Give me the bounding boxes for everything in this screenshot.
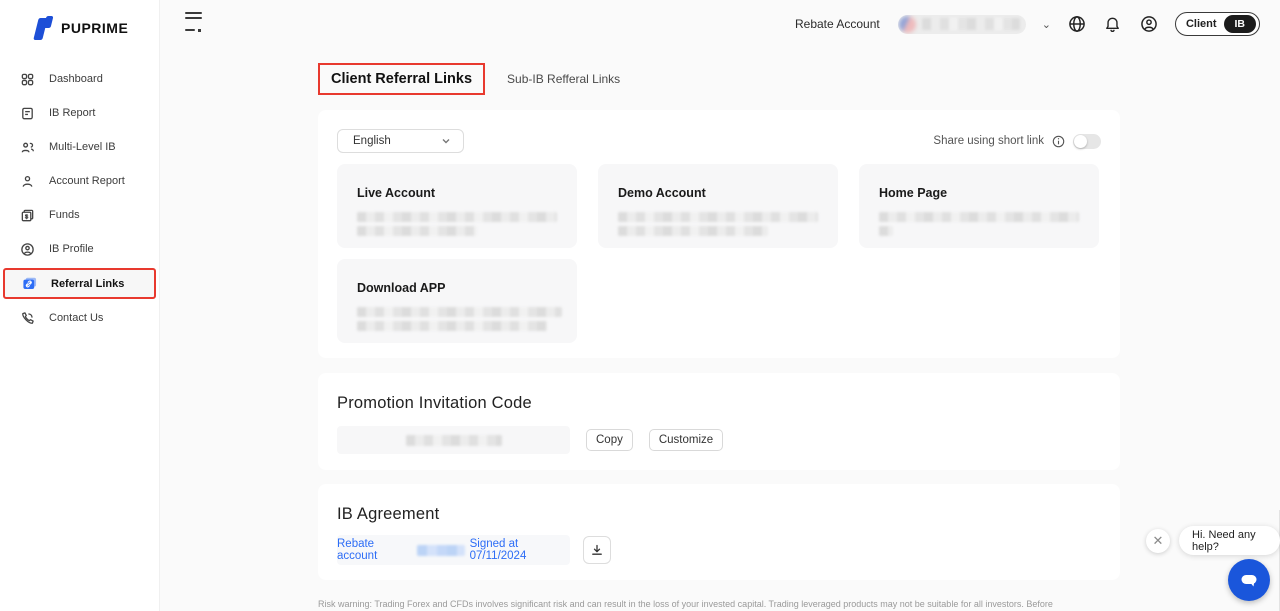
short-link-toggle[interactable] xyxy=(1073,134,1101,149)
globe-icon xyxy=(1068,15,1086,33)
language-select-value: English xyxy=(353,135,391,147)
referral-url-redacted[interactable] xyxy=(618,212,818,222)
referral-url-redacted[interactable] xyxy=(357,321,547,331)
invitation-code-redacted xyxy=(406,435,502,446)
promotion-code-title: Promotion Invitation Code xyxy=(337,394,1101,413)
link-card-home-page: Home Page xyxy=(859,164,1099,248)
promotion-code-card: Promotion Invitation Code Copy Customize xyxy=(318,373,1120,470)
sidebar-item-account-report[interactable]: Account Report xyxy=(0,166,159,196)
download-icon xyxy=(590,543,604,557)
referral-url-redacted[interactable] xyxy=(357,226,477,236)
sidebar-item-multi-level-ib[interactable]: Multi-Level IB xyxy=(0,132,159,162)
brand-logo: PUPRIME xyxy=(0,0,159,44)
share-short-link-label: Share using short link xyxy=(933,135,1044,147)
referral-url-redacted[interactable] xyxy=(879,212,1079,222)
referral-url-redacted[interactable] xyxy=(357,212,557,222)
sidebar-item-funds[interactable]: $ Funds xyxy=(0,200,159,230)
download-agreement-button[interactable] xyxy=(583,536,611,564)
brand-name: PUPRIME xyxy=(61,20,128,36)
chat-help-bubble[interactable]: Hi. Need any help? xyxy=(1179,526,1280,555)
user-circle-icon xyxy=(1140,15,1158,33)
link-card-live-account: Live Account xyxy=(337,164,577,248)
funds-icon: $ xyxy=(20,208,35,223)
bell-icon xyxy=(1104,16,1121,33)
sidebar-item-label: Referral Links xyxy=(51,278,124,290)
rebate-account-label: Rebate Account xyxy=(795,17,880,31)
chat-close-button[interactable]: ✕ xyxy=(1146,529,1170,553)
referral-url-redacted[interactable] xyxy=(879,226,893,236)
main-content: Client Referral Links Sub-IB Refferal Li… xyxy=(318,48,1120,611)
sidebar-item-label: Multi-Level IB xyxy=(49,141,116,153)
sidebar-item-label: IB Profile xyxy=(49,243,94,255)
sidebar-item-label: Contact Us xyxy=(49,312,103,324)
sidebar-item-dashboard[interactable]: Dashboard xyxy=(0,64,159,94)
ib-agreement-card: IB Agreement Rebate account Signed at 07… xyxy=(318,484,1120,580)
chat-help-text: Hi. Need any help? xyxy=(1192,529,1267,553)
users-icon xyxy=(20,140,35,155)
language-globe-button[interactable] xyxy=(1067,14,1087,34)
puprime-logo-icon xyxy=(36,16,54,40)
tab-sub-ib-referral-links[interactable]: Sub-IB Refferal Links xyxy=(507,72,620,86)
agreement-text-prefix: Rebate account xyxy=(337,538,412,562)
agreement-text-suffix: Signed at 07/11/2024 xyxy=(470,538,570,562)
sidebar-item-contact-us[interactable]: Contact Us xyxy=(0,303,159,333)
role-client-label: Client xyxy=(1186,18,1217,30)
risk-warning: Risk warning: Trading Forex and CFDs inv… xyxy=(318,599,1084,611)
referral-links-card: English Share using short link Live Acco… xyxy=(318,110,1120,358)
link-card-demo-account: Demo Account xyxy=(598,164,838,248)
agreement-link[interactable]: Rebate account Signed at 07/11/2024 xyxy=(337,535,570,565)
sidebar-item-label: Account Report xyxy=(49,175,125,187)
chevron-down-icon xyxy=(441,136,451,146)
sidebar-item-label: IB Report xyxy=(49,107,95,119)
link-card-title: Download APP xyxy=(357,281,557,295)
role-ib-badge: IB xyxy=(1224,15,1257,33)
sidebar-item-ib-report[interactable]: IB Report xyxy=(0,98,159,128)
link-card-download-app: Download APP xyxy=(337,259,577,343)
sidebar-item-label: Funds xyxy=(49,209,80,221)
chat-launcher-button[interactable] xyxy=(1228,559,1270,601)
close-icon: ✕ xyxy=(1153,533,1164,549)
notifications-button[interactable] xyxy=(1103,14,1123,34)
referral-url-redacted[interactable] xyxy=(357,307,562,317)
sidebar: PUPRIME Dashboard IB Report Multi-Level … xyxy=(0,0,160,611)
profile-button[interactable] xyxy=(1139,14,1159,34)
person-icon xyxy=(20,174,35,189)
svg-text:$: $ xyxy=(25,214,29,220)
copy-button[interactable]: Copy xyxy=(586,429,633,451)
dashboard-icon xyxy=(20,72,35,87)
link-card-title: Home Page xyxy=(879,186,1079,200)
sidebar-nav: Dashboard IB Report Multi-Level IB Accou… xyxy=(0,64,159,333)
document-icon xyxy=(20,106,35,121)
account-number-redacted xyxy=(922,18,1020,30)
sidebar-item-label: Dashboard xyxy=(49,73,103,85)
ib-agreement-title: IB Agreement xyxy=(337,505,1101,524)
chevron-down-icon[interactable]: ⌄ xyxy=(1042,18,1051,31)
collapse-menu-icon[interactable] xyxy=(185,9,202,40)
phone-icon xyxy=(20,311,35,326)
sidebar-item-referral-links[interactable]: Referral Links xyxy=(3,268,156,299)
referral-tabs: Client Referral Links Sub-IB Refferal Li… xyxy=(318,63,1120,95)
account-selector[interactable] xyxy=(898,15,1026,34)
agreement-account-redacted xyxy=(417,545,465,556)
risk-warning-line1: Risk warning: Trading Forex and CFDs inv… xyxy=(318,599,1084,611)
invitation-code-box xyxy=(337,426,570,454)
tab-client-referral-links[interactable]: Client Referral Links xyxy=(318,63,485,95)
language-select[interactable]: English xyxy=(337,129,464,153)
account-flag-icon xyxy=(899,16,916,33)
link-card-title: Demo Account xyxy=(618,186,818,200)
profile-icon xyxy=(20,242,35,257)
chat-bubble-icon xyxy=(1238,569,1260,591)
info-icon[interactable] xyxy=(1052,135,1065,148)
referral-url-redacted[interactable] xyxy=(618,226,768,236)
sidebar-item-ib-profile[interactable]: IB Profile xyxy=(0,234,159,264)
client-ib-switch[interactable]: Client IB xyxy=(1175,12,1260,36)
top-header: Rebate Account ⌄ Client IB xyxy=(160,0,1280,48)
link-card-title: Live Account xyxy=(357,186,557,200)
customize-button[interactable]: Customize xyxy=(649,429,723,451)
referral-links-icon xyxy=(22,276,37,291)
